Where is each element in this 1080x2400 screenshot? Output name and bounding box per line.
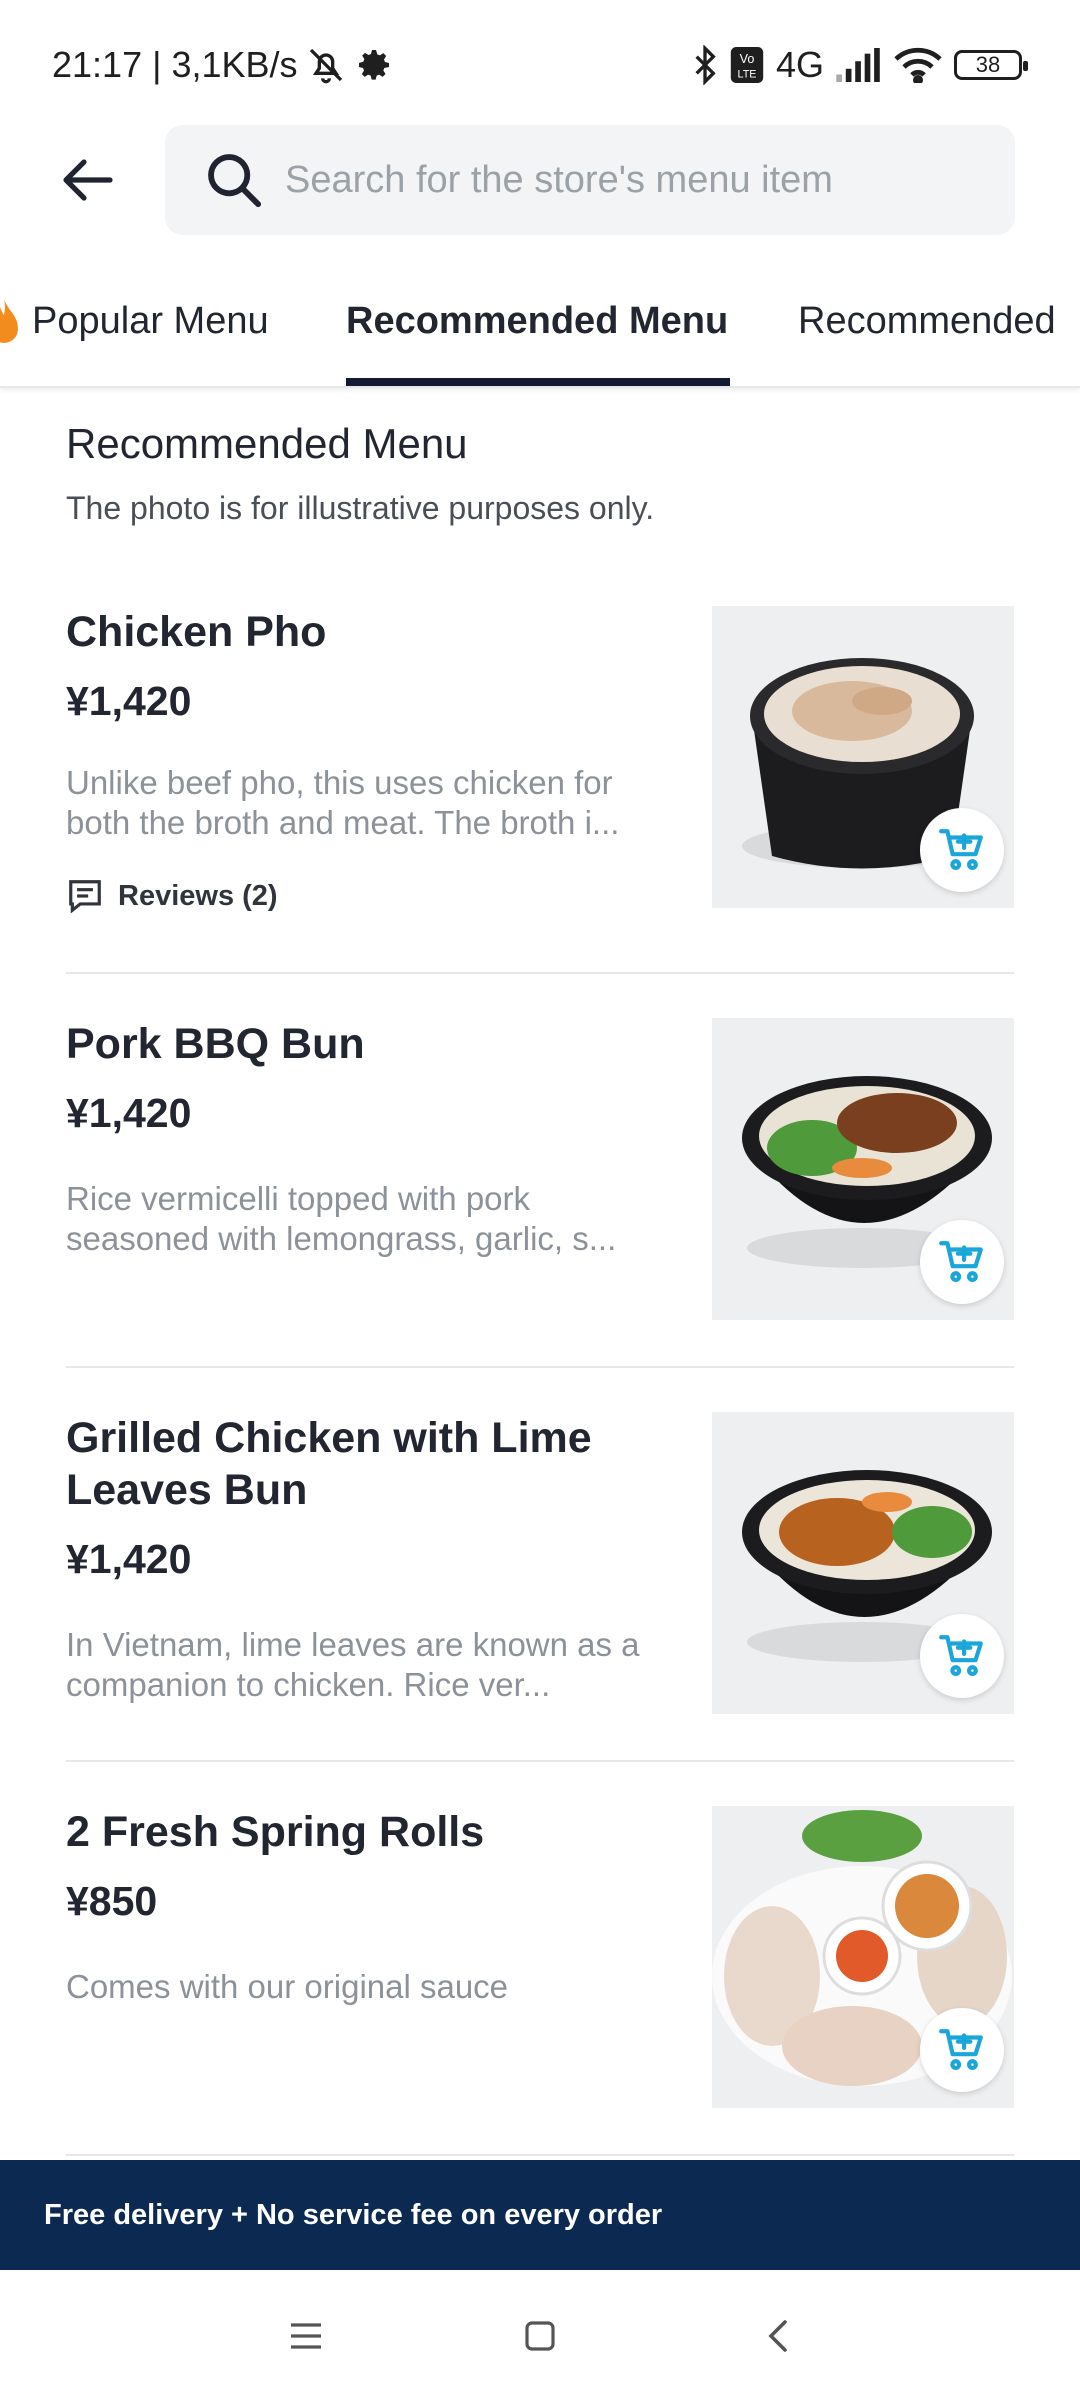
- signal-icon: [836, 48, 880, 82]
- category-tabs: Popular Menu Recommended Menu Recommende…: [0, 270, 1080, 388]
- item-name: Chicken Pho: [66, 608, 327, 656]
- svg-text:Vo: Vo: [740, 52, 755, 66]
- item-description: Unlike beef pho, this uses chicken for b…: [66, 764, 620, 841]
- volte-icon: Vo LTE: [730, 47, 764, 83]
- item-description: Comes with our original sauce: [66, 1968, 509, 2005]
- active-tab-indicator: [346, 378, 730, 386]
- section-title: Recommended Menu: [66, 420, 468, 467]
- item-photo[interactable]: [712, 606, 1014, 908]
- divider: [66, 1760, 1014, 1762]
- item-photo[interactable]: [712, 1806, 1014, 2108]
- add-to-cart-button[interactable]: [920, 2008, 1004, 2092]
- battery-indicator: 38: [954, 50, 1028, 80]
- menu-item[interactable]: 2 Fresh Spring Rolls ¥850 Comes with our…: [66, 1806, 1014, 2126]
- promo-banner[interactable]: Free delivery + No service fee on every …: [0, 2160, 1080, 2270]
- status-left: 21:17 | 3,1KB/s: [52, 44, 394, 86]
- tab-recommended-menu[interactable]: Recommended Menu: [346, 300, 728, 343]
- cart-plus-icon: [939, 2029, 983, 2070]
- menu-item[interactable]: Grilled Chicken with Lime Leaves Bun ¥1,…: [66, 1412, 1014, 1732]
- gear-icon: [358, 50, 389, 80]
- network-type: 4G: [775, 44, 824, 85]
- add-to-cart-button[interactable]: [920, 1614, 1004, 1698]
- item-photo[interactable]: [712, 1412, 1014, 1714]
- cart-plus-icon: [939, 1241, 983, 1282]
- reviews-label: Reviews (2): [118, 879, 278, 912]
- divider: [66, 2154, 1014, 2156]
- add-to-cart-button[interactable]: [920, 1220, 1004, 1304]
- menu-item[interactable]: Chicken Pho ¥1,420 Unlike beef pho, this…: [66, 606, 1014, 936]
- section-note: The photo is for illustrative purposes o…: [66, 490, 655, 526]
- bell-off-icon: [309, 48, 342, 84]
- promo-text: Free delivery + No service fee on every …: [44, 2198, 663, 2231]
- menu-item[interactable]: Pork BBQ Bun ¥1,420 Rice vermicelli topp…: [66, 1018, 1014, 1338]
- chevron-left-icon: [768, 2320, 787, 2352]
- status-right: Vo LTE 4G 38: [692, 44, 1028, 86]
- bluetooth-icon: [695, 45, 716, 85]
- svg-text:LTE: LTE: [737, 69, 756, 81]
- comment-icon: [69, 880, 101, 914]
- search-bar[interactable]: [165, 125, 1015, 235]
- divider: [66, 972, 1014, 974]
- divider: [66, 1366, 1014, 1368]
- arrow-left-icon: [63, 159, 113, 201]
- back-button[interactable]: [48, 140, 128, 220]
- item-description: In Vietnam, lime leaves are known as a c…: [66, 1626, 640, 1703]
- fire-icon: [0, 299, 18, 343]
- item-name: Pork BBQ Bun: [66, 1020, 365, 1068]
- home-square-icon: [525, 2321, 555, 2351]
- item-photo[interactable]: [712, 1018, 1014, 1320]
- cart-plus-icon: [939, 829, 983, 870]
- status-bar: 21:17 | 3,1KB/s Vo LTE 4G 38: [0, 0, 1080, 120]
- search-input[interactable]: [285, 158, 985, 202]
- item-description: Rice vermicelli topped with pork seasone…: [66, 1180, 617, 1257]
- system-nav-bar: [0, 2270, 1080, 2400]
- tab-popular-menu[interactable]: Popular Menu: [32, 300, 269, 343]
- add-to-cart-button[interactable]: [920, 808, 1004, 892]
- tab-recommended[interactable]: Recommended: [798, 300, 1056, 343]
- search-icon: [208, 154, 262, 208]
- back-nav-button[interactable]: [748, 2306, 808, 2366]
- wifi-icon: [894, 47, 942, 83]
- item-name: 2 Fresh Spring Rolls: [66, 1808, 485, 1856]
- item-name: Grilled Chicken with Lime Leaves Bun: [66, 1414, 592, 1514]
- status-time-speed: 21:17 | 3,1KB/s: [52, 44, 298, 85]
- menu-icon: [291, 2323, 321, 2349]
- menu-nav-button[interactable]: [276, 2306, 336, 2366]
- cart-plus-icon: [939, 1635, 983, 1676]
- battery-level: 38: [975, 52, 1001, 77]
- home-nav-button[interactable]: [510, 2306, 570, 2366]
